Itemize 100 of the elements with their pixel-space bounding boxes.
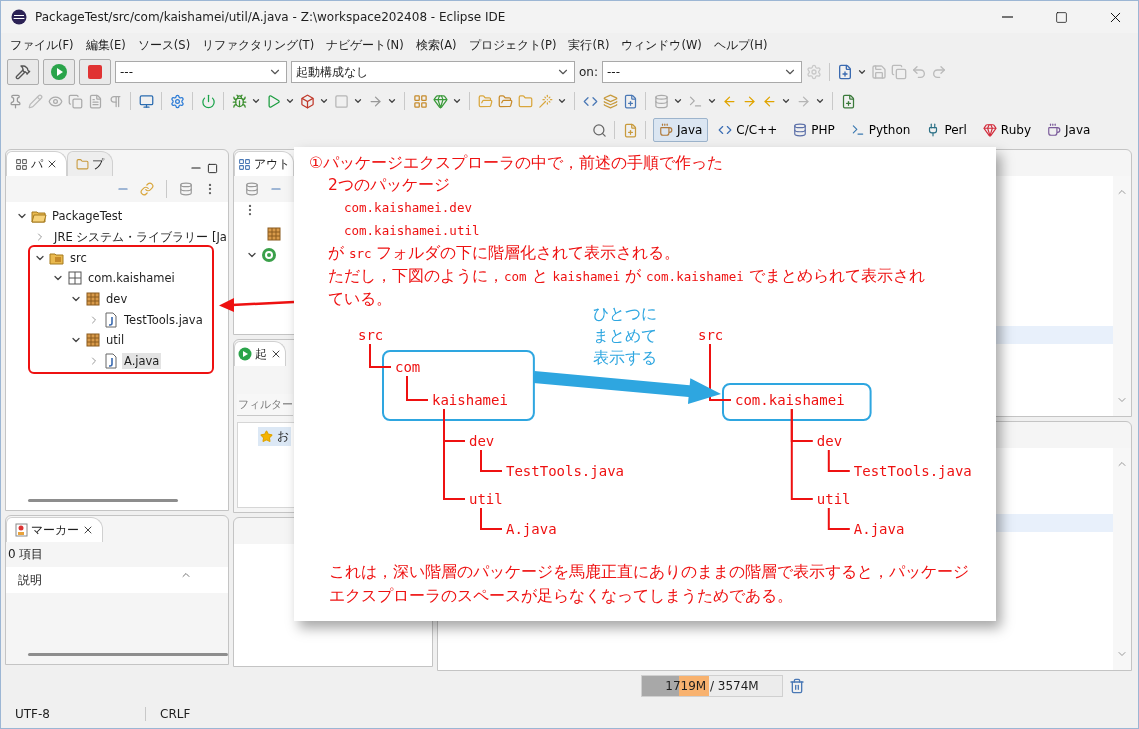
view-tab[interactable]: マーカー [6, 517, 103, 542]
gem-icon[interactable] [432, 93, 448, 109]
play-icon[interactable] [265, 93, 281, 109]
copy-icon[interactable] [67, 93, 83, 109]
menu-item[interactable]: ナビゲート(N) [321, 34, 409, 56]
folder-icon[interactable] [477, 93, 493, 109]
monitor-icon[interactable] [138, 93, 154, 109]
folder-icon[interactable] [497, 93, 513, 109]
link-icon[interactable] [139, 181, 155, 197]
grid-icon [238, 157, 251, 171]
stop-icon [88, 65, 102, 79]
arrow-icon[interactable] [367, 93, 383, 109]
conclusion-text: これは，深い階層のパッケージを馬鹿正直にありのままの階層で表示すると，パッケージエクスプローラのスペースが足らなくなってしまうためである。 [329, 562, 970, 607]
save-icon[interactable] [871, 64, 887, 80]
cup-icon [1047, 123, 1061, 137]
database-icon[interactable] [653, 93, 669, 109]
file-plus-icon[interactable] [622, 93, 638, 109]
tree-item[interactable]: com.kaishamei [86, 270, 177, 287]
menu-item[interactable]: ソース(S) [132, 34, 196, 56]
target-dropdown[interactable]: --- [602, 61, 802, 83]
node-label: A.java [506, 520, 557, 538]
tree-item[interactable]: PackageTest [50, 208, 125, 225]
menu-item[interactable]: 実行(R) [563, 34, 615, 56]
close-icon[interactable] [46, 158, 58, 170]
minimize-icon [1001, 16, 1013, 18]
new-window-icon[interactable] [837, 64, 853, 80]
trash-icon[interactable] [789, 678, 805, 694]
undo-icon[interactable] [911, 64, 927, 80]
pilcrow-icon[interactable] [107, 93, 123, 109]
package-icon [85, 332, 101, 349]
open-perspective-icon[interactable] [622, 122, 638, 138]
gem-icon [982, 123, 997, 137]
redo-icon[interactable] [931, 64, 947, 80]
cube-icon[interactable] [299, 93, 315, 109]
connector-line [827, 507, 851, 530]
menu-item[interactable]: リファクタリング(T) [197, 34, 320, 56]
menu-item[interactable]: 検索(A) [410, 34, 462, 56]
perspective-button[interactable]: Java [653, 118, 709, 142]
view-tab[interactable]: パ [6, 151, 67, 176]
perspective-button[interactable]: C/C++ [712, 118, 784, 142]
grid-icon[interactable] [412, 93, 428, 109]
menu-item[interactable]: ヘルプ(H) [708, 34, 773, 56]
favorites-item[interactable]: お [258, 427, 291, 446]
close-icon[interactable] [270, 348, 282, 360]
tree-item[interactable]: A.java [122, 353, 162, 370]
search-icon[interactable] [591, 122, 607, 138]
menu-item[interactable]: プロジェクト(P) [463, 34, 562, 56]
document-icon[interactable] [87, 93, 103, 109]
menu-item[interactable]: ファイル(F) [5, 34, 79, 56]
node-label: kaishamei [432, 391, 508, 409]
wand-icon[interactable] [537, 93, 553, 109]
connector-line [369, 343, 392, 368]
menu-item[interactable]: 編集(E) [80, 34, 131, 56]
run-button[interactable] [43, 59, 75, 85]
arrow-right-icon[interactable] [741, 93, 757, 109]
perspective-button[interactable]: Java [1041, 118, 1097, 142]
perspective-button[interactable]: Ruby [976, 118, 1037, 142]
view-tab[interactable]: 起 [234, 341, 286, 366]
pin-icon[interactable] [7, 93, 23, 109]
tree-item[interactable]: dev [104, 291, 130, 308]
build-button[interactable] [7, 59, 39, 85]
perspective-button[interactable]: PHP [787, 118, 841, 142]
terminal-icon[interactable] [687, 93, 703, 109]
new-window-icon[interactable] [840, 93, 856, 109]
terminal-icon [850, 123, 865, 137]
pencil-icon[interactable] [27, 93, 43, 109]
hammer-icon [15, 64, 31, 80]
folder-icon [31, 208, 47, 225]
bug-icon[interactable] [231, 93, 247, 109]
tree-item[interactable]: src [68, 249, 89, 266]
stop-icon[interactable] [333, 93, 349, 109]
menu-item[interactable]: ウィンドウ(W) [616, 34, 707, 56]
arrow-right-icon[interactable] [795, 93, 811, 109]
file-icon [103, 353, 119, 370]
tree-item[interactable]: JRE システム・ライブラリー [Ja [52, 228, 228, 246]
perspective-button[interactable]: Python [844, 118, 917, 142]
close-icon[interactable] [82, 524, 94, 536]
launch-config-dropdown[interactable]: 起動構成なし [291, 61, 575, 83]
power-icon[interactable] [200, 93, 216, 109]
connector-line [709, 343, 732, 401]
gear-icon[interactable] [169, 93, 185, 109]
mode-dropdown[interactable]: --- [115, 61, 287, 83]
perspective-button[interactable]: Perl [920, 118, 973, 142]
eye-icon[interactable] [47, 93, 63, 109]
callout-text: com.kaishamei.util [343, 222, 481, 240]
folder-icon[interactable] [517, 93, 533, 109]
column-header[interactable]: 説明 [18, 571, 42, 589]
view-tab[interactable]: アウト [234, 151, 294, 176]
package-icon [266, 226, 282, 243]
layers-icon[interactable] [602, 93, 618, 109]
stop-button[interactable] [79, 59, 111, 85]
encoding-status: UTF-8 [1, 707, 146, 721]
tree-item[interactable]: TestTools.java [122, 311, 205, 328]
copy-icon[interactable] [891, 64, 907, 80]
view-tab[interactable]: プ [67, 151, 113, 176]
file-icon [103, 311, 119, 328]
callout-text: ①パッケージエクスプローラの中で，前述の手順で作った [308, 153, 724, 174]
node-label: src [358, 326, 384, 344]
tree-item[interactable]: util [104, 332, 127, 349]
code-icon [718, 123, 733, 137]
